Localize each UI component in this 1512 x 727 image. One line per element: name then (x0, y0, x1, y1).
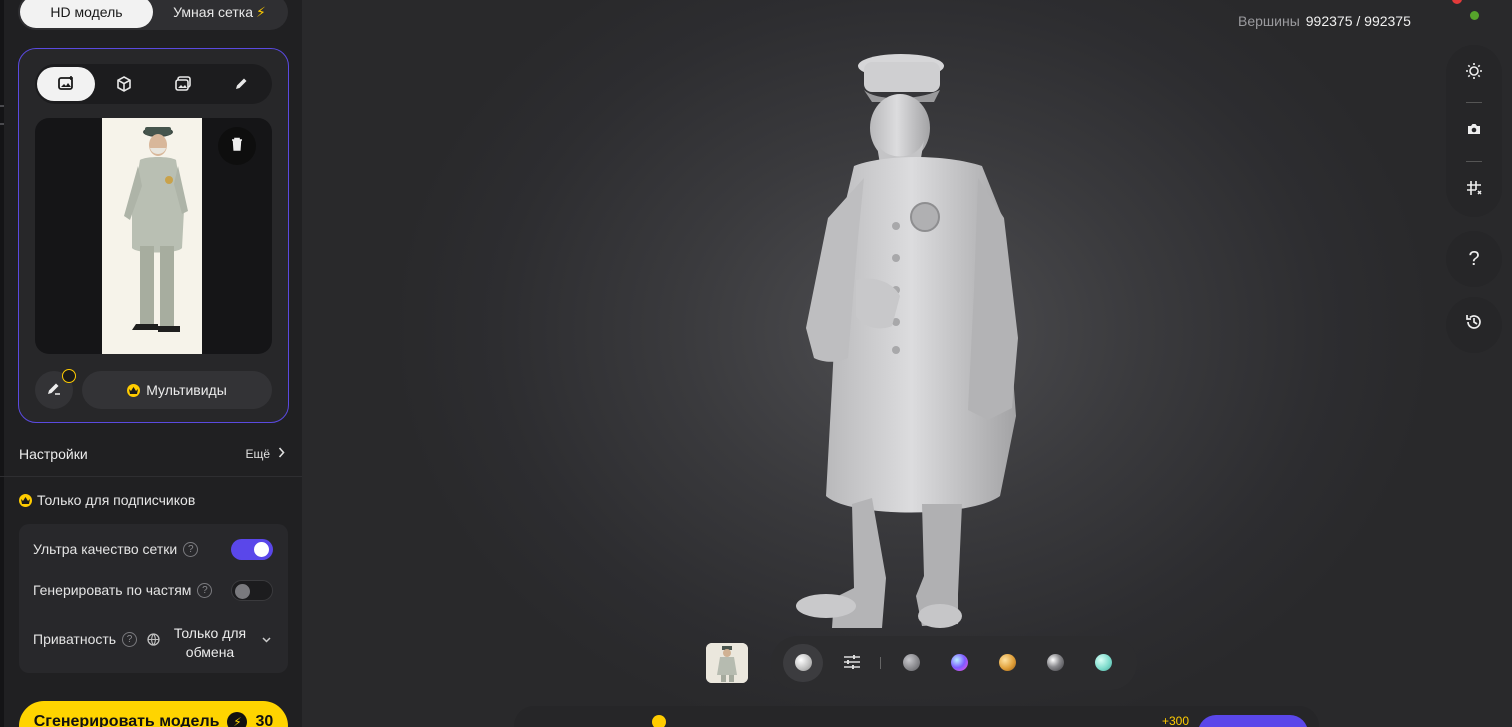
subscribers-title: Только для подписчиков (37, 492, 196, 508)
delete-image-button[interactable] (218, 127, 256, 165)
notification-dot (1452, 0, 1462, 4)
app: HD модель Умная сетка ⚡ Мультивиды Настр… (0, 0, 1512, 727)
generate-model-button[interactable]: Сгенерировать модель ⚡ 30 (19, 701, 288, 727)
tab-smart-mesh-label: Умная сетка (173, 4, 253, 20)
material-white-sphere[interactable] (795, 654, 812, 671)
crown-icon (19, 493, 32, 507)
material-bar (771, 636, 1137, 690)
material-chrome-sphere[interactable] (1047, 654, 1064, 671)
settings-more-link[interactable]: Ещё (245, 447, 285, 461)
magic-edit-button[interactable] (35, 369, 76, 409)
help-icon[interactable]: ? (122, 631, 138, 647)
settings-more-label: Ещё (245, 447, 270, 461)
multiview-button[interactable]: Мультивиды (82, 371, 272, 409)
subscribers-header: Только для подписчиков (19, 492, 195, 508)
3d-viewport[interactable]: Вершины 992375 / 992375 ? +300 (302, 0, 1512, 727)
by-parts-label: Генерировать по частям (33, 582, 192, 598)
privacy-label: Приватность (33, 631, 117, 647)
input-type-tabs (35, 64, 272, 104)
crown-icon (127, 383, 141, 397)
by-parts-toggle[interactable] (231, 580, 273, 601)
help-icon[interactable]: ? (197, 582, 213, 598)
light-button[interactable] (1446, 53, 1502, 93)
view-tools (1446, 45, 1502, 217)
uploaded-image-area[interactable] (35, 118, 272, 354)
ultra-quality-label: Ультра качество сетки (33, 541, 178, 557)
grid-button[interactable] (1446, 170, 1502, 210)
history-icon (1465, 313, 1483, 337)
adjust-sliders-icon[interactable] (843, 654, 861, 675)
vertex-count-value: 992375 / 992375 (1305, 13, 1411, 29)
privacy-value-line1: Только для (173, 625, 247, 641)
material-iridescent-sphere[interactable] (951, 654, 968, 671)
material-gray-sphere[interactable] (903, 654, 920, 671)
by-parts-option: Генерировать по частям ? (33, 582, 213, 598)
magic-pencil-icon (46, 380, 62, 401)
tab-hd-model[interactable]: HD модель (20, 0, 153, 28)
bonus-label: +300 (1162, 714, 1190, 727)
tab-smart-mesh[interactable]: Умная сетка ⚡ (153, 0, 286, 28)
primary-action-button[interactable] (1198, 715, 1308, 727)
privacy-value-line2: обмена (185, 644, 235, 660)
privacy-option: Приватность ? (33, 631, 160, 647)
tab-hd-model-label: HD модель (50, 4, 123, 20)
pencil-icon[interactable] (212, 67, 270, 101)
bottom-toolbar (514, 706, 1319, 727)
premium-badge (62, 369, 76, 383)
3d-model[interactable] (792, 48, 1042, 638)
history-button[interactable] (1446, 297, 1502, 353)
multi-image-icon[interactable] (154, 67, 212, 101)
uploaded-image (102, 118, 202, 354)
chevron-down-icon[interactable] (262, 632, 271, 646)
subscriber-options: Ультра качество сетки ? Генерировать по … (19, 524, 288, 673)
generate-cost: 30 (255, 713, 274, 727)
mode-tabs: HD модель Умная сетка ⚡ (18, 0, 288, 30)
globe-icon (147, 632, 160, 646)
settings-title: Настройки (19, 446, 88, 462)
grid-icon (1466, 180, 1482, 201)
image-plus-icon[interactable] (37, 67, 96, 101)
vertex-count: Вершины 992375 / 992375 (1238, 13, 1411, 29)
screenshot-button[interactable] (1446, 111, 1502, 151)
light-icon (1465, 62, 1483, 85)
divider (0, 476, 302, 477)
vertex-count-label: Вершины (1238, 13, 1300, 29)
reference-thumbnail[interactable] (706, 643, 748, 683)
privacy-select[interactable]: Только для обмена (169, 624, 251, 662)
help-button[interactable]: ? (1446, 231, 1502, 287)
material-teal-sphere[interactable] (1095, 654, 1112, 671)
multiview-label: Мультивиды (146, 382, 227, 398)
crown-icon (652, 715, 666, 727)
generate-label: Сгенерировать модель (33, 713, 220, 727)
lightning-icon: ⚡ (256, 3, 266, 20)
ultra-quality-toggle[interactable] (231, 539, 273, 560)
help-icon: ? (1468, 247, 1480, 270)
trash-icon (229, 136, 245, 157)
cube-icon[interactable] (95, 67, 153, 101)
help-icon[interactable]: ? (183, 541, 199, 557)
separator (880, 657, 881, 669)
input-panel: Мультивиды (18, 48, 289, 423)
lightning-icon: ⚡ (227, 712, 248, 727)
status-dot (1470, 11, 1479, 20)
screenshot-icon (1466, 121, 1482, 142)
sidebar: HD модель Умная сетка ⚡ Мультивиды Настр… (0, 0, 302, 727)
chevron-right-icon (278, 447, 285, 461)
material-gold-sphere[interactable] (999, 654, 1016, 671)
ultra-quality-option: Ультра качество сетки ? (33, 541, 199, 557)
left-edge-strip (0, 0, 4, 727)
settings-header: Настройки Ещё (19, 445, 285, 463)
